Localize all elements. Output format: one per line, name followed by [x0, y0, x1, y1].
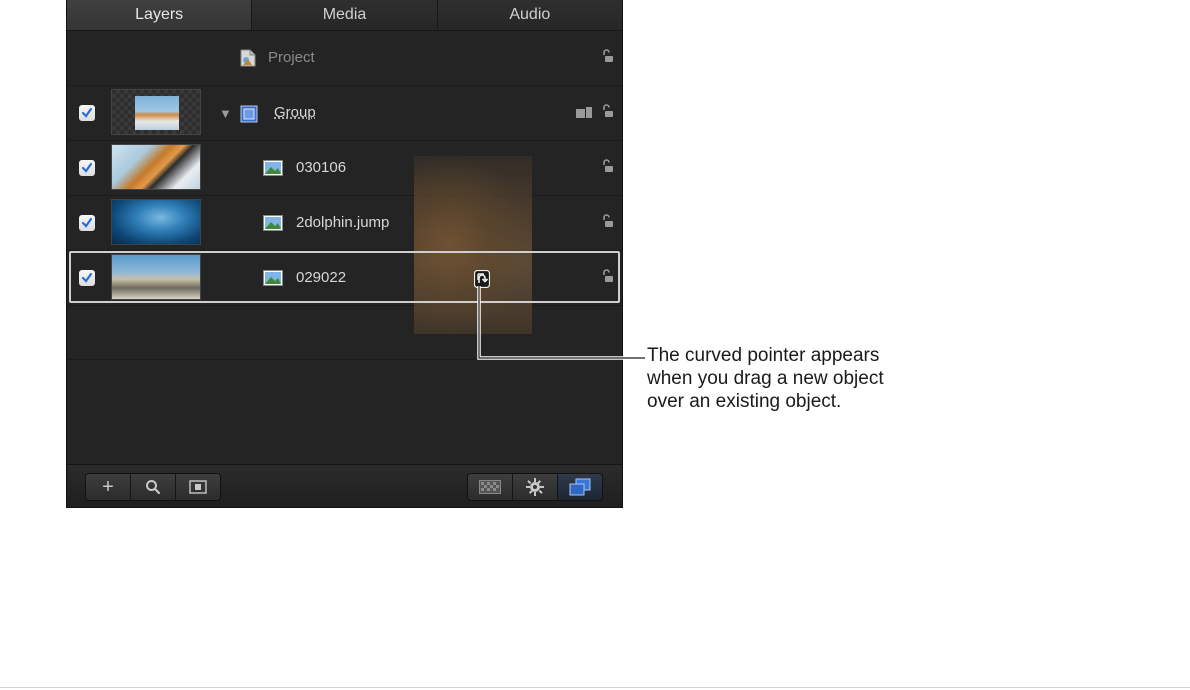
tab-audio[interactable]: Audio — [438, 0, 622, 30]
right-button-group — [467, 473, 603, 501]
left-button-group: + — [85, 473, 221, 501]
group-icon — [240, 105, 258, 128]
layer-row[interactable]: 2dolphin.jump — [67, 196, 622, 251]
layer-enable-checkbox[interactable] — [79, 160, 95, 176]
lock-icon[interactable] — [602, 104, 614, 123]
tab-media[interactable]: Media — [252, 0, 438, 30]
group-enable-checkbox[interactable] — [79, 105, 95, 121]
annotation-text: The curved pointer appears when you drag… — [647, 345, 884, 412]
layer-row-group[interactable]: ▼ Group — [67, 86, 622, 141]
image-layer-icon — [263, 215, 283, 236]
layers-view-icon[interactable] — [558, 474, 602, 500]
layers-toolbar: + — [67, 464, 622, 507]
lock-icon[interactable] — [602, 159, 614, 178]
layer-label: 030106 — [296, 159, 347, 176]
search-icon[interactable] — [131, 474, 176, 500]
add-icon[interactable]: + — [86, 474, 131, 500]
layer-label-group: Group — [274, 104, 316, 121]
image-layer-icon — [263, 160, 283, 181]
group-thumbnail — [111, 89, 201, 135]
dragged-lion-image[interactable] — [414, 156, 532, 334]
isolate-icon[interactable] — [176, 474, 220, 500]
layer-thumbnail-dolphin — [111, 199, 201, 245]
lock-icon[interactable] — [602, 214, 614, 233]
group-thumbnail-image — [135, 96, 179, 130]
layer-label: 2dolphin.jump — [296, 214, 390, 231]
disclosure-triangle-icon[interactable]: ▼ — [219, 106, 232, 121]
group-stack-icon[interactable] — [576, 106, 592, 124]
tab-bar: Layers Media Audio — [67, 0, 622, 31]
drop-target-highlight — [69, 251, 620, 303]
project-icon — [240, 49, 256, 72]
footer-divider — [0, 687, 1190, 688]
curved-pointer-icon — [473, 269, 491, 293]
empty-layer-area — [67, 306, 622, 360]
tab-layers[interactable]: Layers — [67, 0, 253, 30]
layer-row-project[interactable]: Project — [67, 31, 622, 86]
layer-thumbnail-tiger — [111, 144, 201, 190]
layer-label-project: Project — [268, 49, 315, 66]
layer-row[interactable]: 030106 — [67, 141, 622, 196]
checkerboard-icon[interactable] — [468, 474, 513, 500]
layer-enable-checkbox[interactable] — [79, 215, 95, 231]
layers-panel: Layers Media Audio Project ▼ Group 03010… — [66, 0, 623, 508]
lock-icon[interactable] — [602, 49, 614, 68]
gear-icon[interactable] — [513, 474, 558, 500]
